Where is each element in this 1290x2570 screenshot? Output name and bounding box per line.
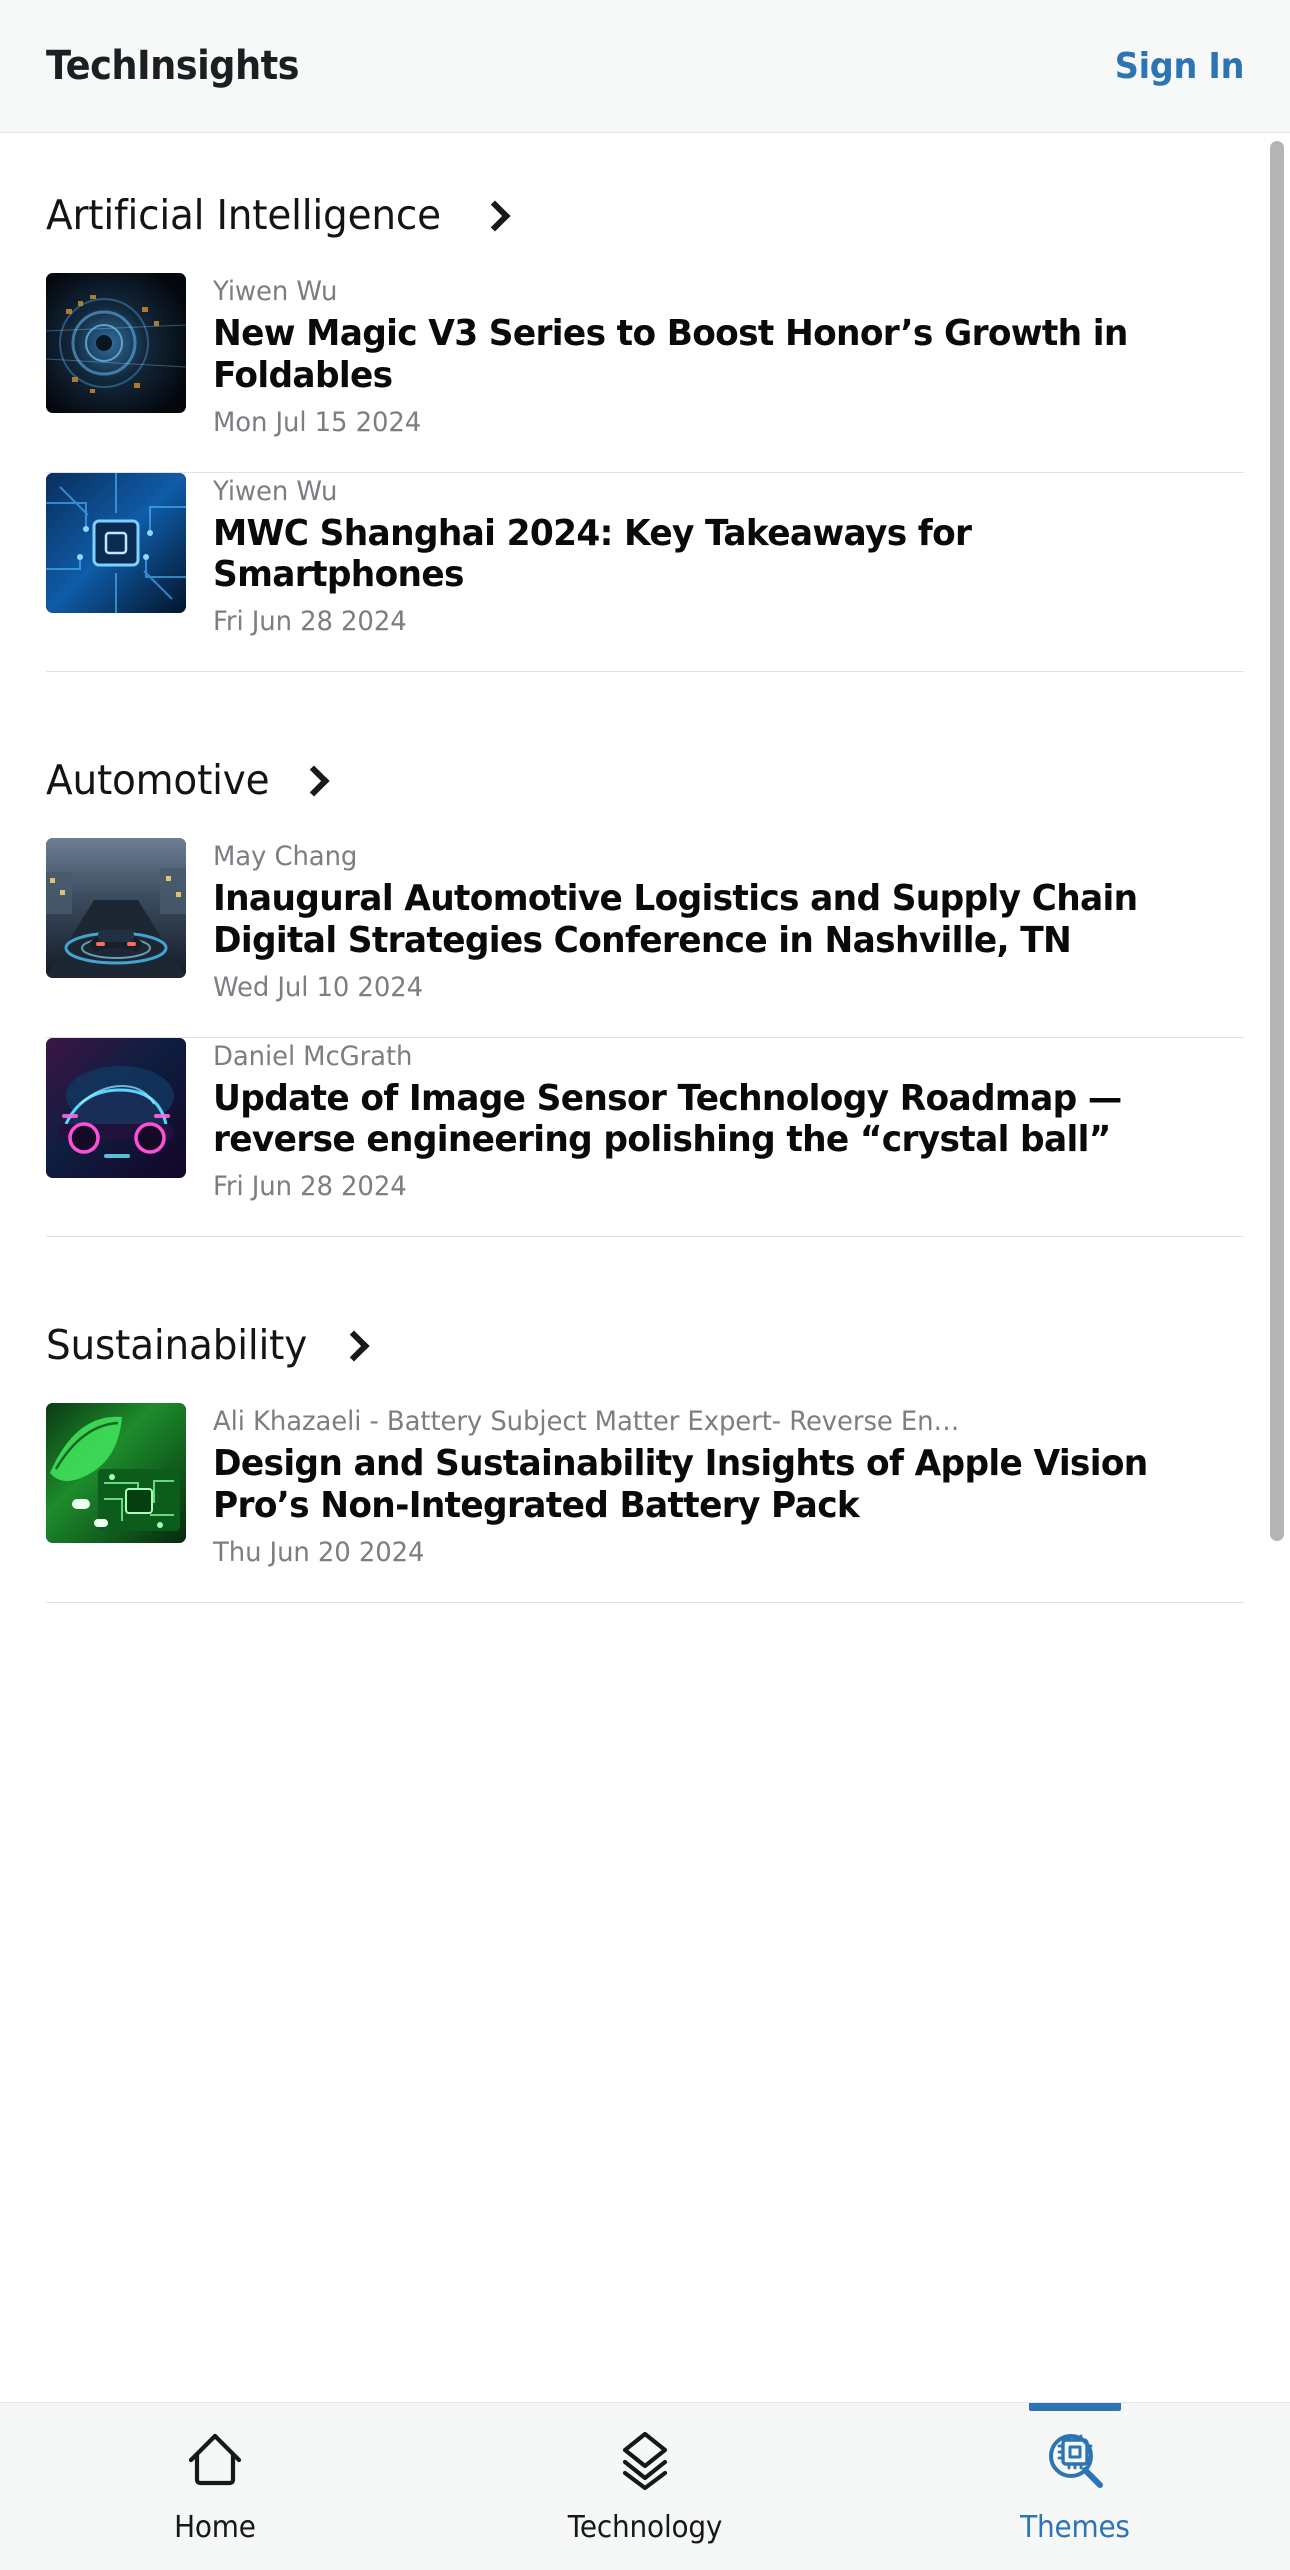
article-thumbnail[interactable] [46,472,186,613]
article-thumbnail[interactable] [46,273,186,413]
article-card[interactable]: May Chang Inaugural Automotive Logistics… [46,838,1244,1037]
home-icon[interactable] [183,2428,247,2492]
article-card[interactable]: Yiwen Wu New Magic V3 Series to Boost Ho… [46,273,1244,472]
article-card[interactable]: Daniel McGrath Update of Image Sensor Te… [46,1037,1244,1237]
article-date: Fri Jun 28 2024 [213,1171,407,1202]
article-divider [46,1601,1244,1603]
content-scroll-area[interactable]: Artificial Intelligence Yiwen Wu New Mag… [0,133,1290,2402]
article-headline[interactable]: New Magic V3 Series to Boost Honor’s Gro… [213,313,1198,397]
sections-container: Artificial Intelligence Yiwen Wu New Mag… [0,133,1290,1603]
article-author: Yiwen Wu [213,475,338,507]
article-thumbnail[interactable] [46,1037,186,1178]
article-card[interactable]: Ali Khazaeli - Battery Subject Matter Ex… [46,1403,1244,1602]
tab-label: Themes [1020,2510,1130,2545]
article-author: Ali Khazaeli - Battery Subject Matter Ex… [213,1406,960,1437]
article-headline[interactable]: Design and Sustainability Insights of Ap… [213,1443,1198,1527]
article-headline[interactable]: Update of Image Sensor Technology Roadma… [213,1078,1198,1162]
article-author: Daniel McGrath [213,1040,413,1072]
article-text: May Chang Inaugural Automotive Logistics… [213,838,1244,1003]
chevron-right-icon[interactable] [338,1330,370,1362]
tab-home[interactable]: Home [0,2403,430,2570]
tab-label: Home [174,2510,256,2545]
section: Sustainability Ali Khazaeli - Battery Su… [46,1263,1244,1603]
chip-search-icon[interactable] [1043,2428,1107,2492]
sign-in-button[interactable]: Sign In [1115,46,1245,87]
article-headline[interactable]: Inaugural Automotive Logistics and Suppl… [213,878,1198,962]
section: Artificial Intelligence Yiwen Wu New Mag… [46,133,1244,672]
article-text: Ali Khazaeli - Battery Subject Matter Ex… [213,1403,1244,1568]
tab-themes[interactable]: Themes [860,2403,1290,2570]
bottom-tab-bar: Home Technology Themes [0,2402,1290,2570]
article-date: Fri Jun 28 2024 [213,606,407,637]
chevron-right-icon[interactable] [479,200,511,232]
app-header: TechInsights Sign In [0,0,1290,133]
article-text: Yiwen Wu MWC Shanghai 2024: Key Takeaway… [213,473,1244,638]
section-title: Automotive [46,756,270,804]
section: Automotive May Chang Inaugural Automotiv… [46,698,1244,1237]
article-author: May Chang [213,841,358,872]
active-tab-indicator [1029,2403,1121,2411]
article-text: Daniel McGrath Update of Image Sensor Te… [213,1038,1244,1203]
article-card[interactable]: Yiwen Wu MWC Shanghai 2024: Key Takeaway… [46,472,1244,672]
article-date: Thu Jun 20 2024 [213,1536,425,1568]
section-title: Sustainability [46,1321,308,1369]
article-thumbnail[interactable] [46,838,186,978]
app-root: TechInsights Sign In Artificial Intellig… [0,0,1290,2570]
article-date: Wed Jul 10 2024 [213,971,424,1003]
layers-icon[interactable] [613,2428,677,2492]
article-text: Yiwen Wu New Magic V3 Series to Boost Ho… [213,273,1244,438]
section-header-automotive[interactable]: Automotive [46,698,1244,838]
section-header-sustainability[interactable]: Sustainability [46,1263,1244,1403]
section-header-artificial-intelligence[interactable]: Artificial Intelligence [46,133,1244,273]
chevron-right-icon[interactable] [298,765,330,797]
tab-technology[interactable]: Technology [430,2403,860,2570]
article-date: Mon Jul 15 2024 [213,406,422,438]
article-thumbnail[interactable] [46,1403,186,1543]
article-headline[interactable]: MWC Shanghai 2024: Key Takeaways for Sma… [213,513,1198,597]
article-author: Yiwen Wu [213,276,338,307]
tab-label: Technology [567,2510,723,2545]
scrollbar-track [1270,133,1284,2402]
brand-logo[interactable]: TechInsights [46,43,300,89]
section-title: Artificial Intelligence [46,191,441,239]
scrollbar-thumb[interactable] [1270,141,1284,1541]
